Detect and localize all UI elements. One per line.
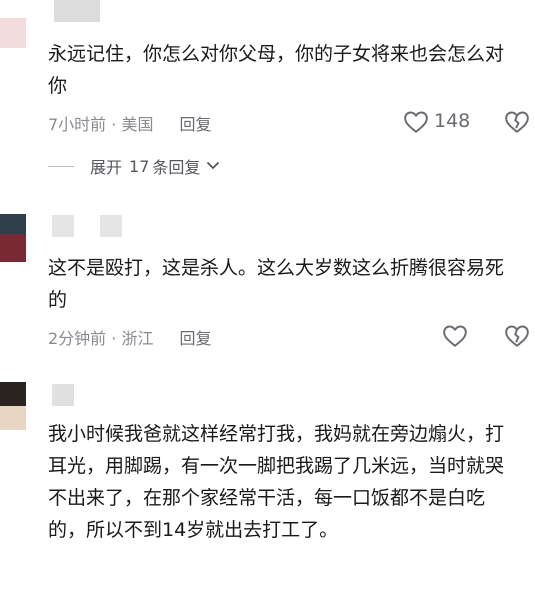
expand-suffix: 条回复	[152, 158, 201, 177]
username-obscured[interactable]	[54, 0, 100, 22]
comment-text: 永远记住，你怎么对你父母，你的子女将来也会怎么对你	[48, 43, 505, 97]
heart-icon[interactable]	[403, 110, 429, 134]
broken-heart-icon[interactable]	[504, 110, 530, 134]
expand-count: 17	[129, 156, 150, 176]
broken-heart-icon[interactable]	[504, 324, 530, 348]
comment-meta: 7小时前 · 美国 回复	[48, 110, 211, 136]
like-count: 148	[434, 110, 471, 132]
comment-meta: 2分钟前 · 浙江 回复	[48, 324, 211, 350]
comment-time-location: 2分钟前 · 浙江	[48, 329, 154, 348]
comment-text: 我小时候我爸就这样经常打我，我妈就在旁边煽火，打耳光，用脚踢，有一次一脚把我踢了…	[48, 423, 505, 541]
chevron-down-icon	[206, 161, 220, 171]
reply-button[interactable]: 回复	[179, 325, 211, 349]
avatar[interactable]	[0, 214, 26, 262]
expand-label: 展开	[90, 158, 123, 177]
expand-replies[interactable]: 展开 17 条回复	[48, 154, 220, 178]
avatar[interactable]	[0, 18, 26, 48]
divider	[48, 165, 74, 167]
username-obscured[interactable]	[52, 215, 74, 237]
heart-icon[interactable]	[442, 324, 468, 348]
comment-time-location: 7小时前 · 美国	[48, 115, 154, 134]
reply-button[interactable]: 回复	[179, 111, 211, 135]
comment-text: 这不是殴打，这是杀人。这么大岁数这么折腾很容易死的	[48, 257, 505, 311]
username-obscured[interactable]	[100, 215, 122, 237]
username-obscured[interactable]	[52, 384, 74, 406]
avatar[interactable]	[0, 382, 26, 430]
